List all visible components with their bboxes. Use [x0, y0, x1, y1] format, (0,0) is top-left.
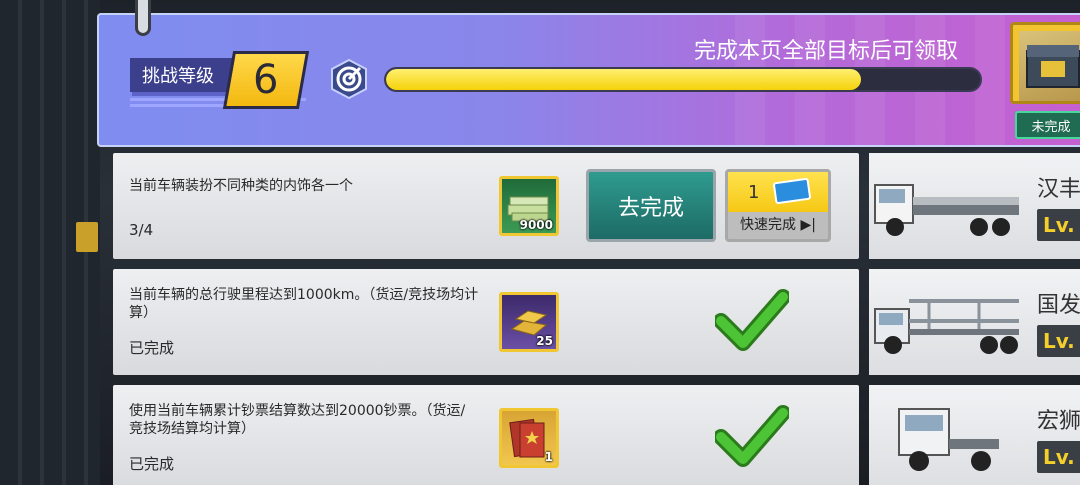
task-progress: 3/4	[129, 221, 154, 239]
gold-bar-icon: 25	[499, 292, 559, 352]
vehicle-card[interactable]: 宏狮 Lv.	[869, 385, 1080, 485]
task-description: 使用当前车辆累计钞票结算数达到20000钞票。（货运/竞技场结算均计算）	[129, 403, 466, 437]
cash-stack-icon: 9000	[499, 176, 559, 236]
vehicle-level: Lv.	[1037, 325, 1080, 357]
vehicle-name: 宏狮	[1037, 409, 1080, 434]
task-card: 使用当前车辆累计钞票结算数达到20000钞票。（货运/竞技场结算均计算） 已完成…	[113, 385, 859, 485]
task-status: 已完成	[129, 339, 175, 357]
go-complete-button[interactable]: 去完成	[586, 169, 716, 242]
tractor-truck-icon	[898, 408, 999, 471]
challenge-level-badge: 6	[222, 51, 310, 109]
ticket-icon: 1	[499, 408, 559, 468]
task-description: 当前车辆装扮不同种类的内饰各一个	[129, 178, 353, 194]
page-reward-chest[interactable]	[1010, 22, 1080, 104]
task-description: 当前车辆的总行驶里程达到1000km。（货运/竞技场均计算）	[129, 287, 479, 321]
challenge-level-value: 6	[253, 57, 279, 103]
reward-status-badge: 未完成	[1015, 111, 1080, 139]
vehicle-level: Lv.	[1037, 441, 1080, 473]
task-status: 已完成	[129, 455, 175, 473]
completed-check-icon	[715, 405, 789, 467]
challenge-progress-bar	[384, 67, 982, 92]
progress-fill	[386, 69, 862, 90]
vehicle-level: Lv.	[1037, 209, 1080, 241]
reward-count: 25	[536, 334, 553, 348]
vehicle-card[interactable]: 汉丰 Lv.	[869, 153, 1080, 259]
reward-count: 9000	[519, 218, 553, 232]
quick-complete-button[interactable]: 1 快速完成 ▶|	[725, 169, 831, 242]
task-card: 当前车辆的总行驶里程达到1000km。（货运/竞技场均计算） 已完成 25	[113, 269, 859, 375]
flatbed-truck-icon	[874, 184, 1019, 236]
challenge-level-label: 挑战等级	[130, 58, 240, 92]
vehicle-name: 国发	[1037, 293, 1080, 318]
reward-count: 1	[544, 450, 553, 464]
quick-ticket-count: 1	[748, 182, 760, 203]
quick-complete-label: 快速完成 ▶|	[740, 217, 816, 233]
car-carrier-truck-icon	[874, 299, 1019, 354]
task-card: 当前车辆装扮不同种类的内饰各一个 3/4 9000 去完成 1 快速完成 ▶|	[113, 153, 859, 259]
target-icon	[331, 58, 367, 100]
vehicle-card[interactable]: 国发 Lv.	[869, 269, 1080, 375]
warning-sign	[76, 222, 98, 252]
header-title: 完成本页全部目标后可领取	[694, 39, 959, 64]
vehicle-name: 汉丰	[1037, 177, 1080, 202]
reward-chest-icon	[1019, 31, 1080, 101]
banner-hook	[135, 0, 151, 36]
completed-check-icon	[715, 289, 789, 351]
